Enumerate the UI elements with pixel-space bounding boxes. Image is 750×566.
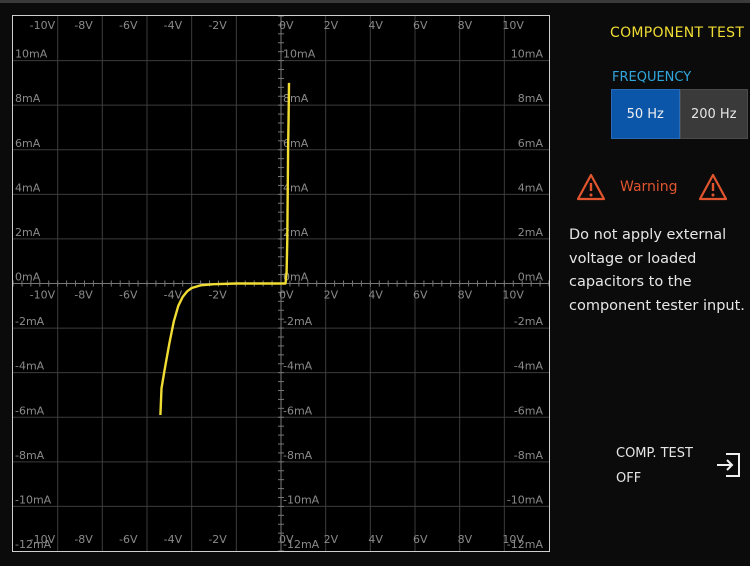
y-tick-label: 4mA	[518, 181, 544, 194]
x-tick-label: -2V	[208, 533, 227, 546]
y-tick-label: -2mA	[15, 315, 45, 328]
x-tick-label: 4V	[368, 533, 383, 546]
y-tick-label: -4mA	[15, 360, 45, 373]
y-tick-label: 10mA	[283, 48, 316, 61]
x-tick-label: -2V	[208, 19, 227, 32]
x-tick-label: -6V	[119, 19, 138, 32]
x-tick-label: 6V	[413, 19, 428, 32]
x-tick-label: 10V	[502, 19, 524, 32]
y-tick-label: 10mA	[15, 48, 48, 61]
y-tick-label: -10mA	[507, 493, 544, 506]
warning-title: Warning	[620, 179, 678, 195]
top-divider	[0, 0, 750, 3]
freq-200hz-button[interactable]: 200 Hz	[679, 89, 748, 139]
iv-trace	[159, 82, 291, 416]
y-tick-label: -6mA	[15, 404, 45, 417]
y-tick-label: 8mA	[15, 92, 41, 105]
x-tick-label: 2V	[324, 289, 339, 302]
x-tick-label: 0V	[279, 19, 294, 32]
freq-50hz-button[interactable]: 50 Hz	[611, 89, 680, 139]
y-tick-label: -12mA	[283, 538, 320, 551]
y-tick-label: -2mA	[283, 315, 313, 328]
comp-test-state: OFF	[616, 471, 642, 486]
y-tick-label: 10mA	[511, 48, 544, 61]
y-tick-label: 0mA	[518, 271, 544, 284]
warning-icon	[698, 173, 728, 201]
x-tick-label: 0V	[279, 289, 294, 302]
y-tick-label: -12mA	[15, 538, 52, 551]
x-tick-label: 8V	[458, 533, 473, 546]
xy-plot: -10V -8V -6V -4V -2V 0V 2V 4V 6V 8V 10V -10V -8V -6V -…	[13, 16, 549, 551]
x-tick-label: -8V	[74, 289, 93, 302]
x-tick-label: -6V	[119, 289, 138, 302]
x-tick-label: -4V	[164, 533, 183, 546]
y-tick-label: 8mA	[518, 92, 544, 105]
x-tick-label: 4V	[368, 289, 383, 302]
warning-header: Warning	[576, 173, 736, 203]
y-tick-label: -10mA	[283, 493, 320, 506]
comp-test-label: COMP. TEST	[616, 446, 693, 461]
x-tick-label: 10V	[502, 289, 524, 302]
x-tick-label: -4V	[164, 19, 183, 32]
y-tick-label: 0mA	[15, 271, 41, 284]
y-tick-label: -8mA	[283, 449, 313, 462]
warning-icon	[576, 173, 606, 201]
y-tick-label: -12mA	[507, 538, 544, 551]
y-tick-label: 2mA	[518, 226, 544, 239]
x-tick-label: 2V	[324, 19, 339, 32]
x-tick-label: 2V	[324, 533, 339, 546]
warning-message: Do not apply external voltage or loaded …	[569, 227, 745, 314]
x-tick-label: 6V	[413, 289, 428, 302]
x-tick-label: 8V	[458, 19, 473, 32]
y-tick-label: -2mA	[514, 315, 544, 328]
y-tick-label: -6mA	[283, 404, 313, 417]
frequency-selector: 50 Hz 200 Hz	[611, 89, 748, 139]
y-tick-label: 6mA	[15, 137, 41, 150]
exit-icon	[717, 453, 740, 477]
x-tick-label: -8V	[74, 19, 93, 32]
y-tick-label: -8mA	[514, 449, 544, 462]
x-tick-label: 8V	[458, 289, 473, 302]
y-tick-label: -4mA	[283, 360, 313, 373]
x-tick-label: -6V	[119, 533, 138, 546]
component-test-display: -10V -8V -6V -4V -2V 0V 2V 4V 6V 8V 10V -10V -8V -6V -…	[12, 15, 550, 552]
x-tick-label: -4V	[164, 289, 183, 302]
x-tick-label: -10V	[30, 19, 56, 32]
y-tick-label: 4mA	[15, 181, 41, 194]
panel-title: COMPONENT TEST	[610, 25, 745, 41]
x-tick-label: -8V	[74, 533, 93, 546]
x-tick-label: -10V	[30, 289, 56, 302]
y-tick-label: -10mA	[15, 493, 52, 506]
y-tick-label: 8mA	[283, 92, 309, 105]
y-tick-label: 2mA	[15, 226, 41, 239]
x-tick-label: 4V	[368, 19, 383, 32]
y-tick-label: -8mA	[15, 449, 45, 462]
y-tick-label: 6mA	[283, 137, 309, 150]
y-tick-label: -4mA	[514, 360, 544, 373]
x-tick-label: -2V	[208, 289, 227, 302]
y-tick-label: -6mA	[514, 404, 544, 417]
y-tick-label: 6mA	[518, 137, 544, 150]
x-tick-label: 6V	[413, 533, 428, 546]
frequency-label: FREQUENCY	[612, 70, 692, 85]
comp-test-off-button[interactable]: COMP. TEST OFF	[612, 443, 748, 489]
